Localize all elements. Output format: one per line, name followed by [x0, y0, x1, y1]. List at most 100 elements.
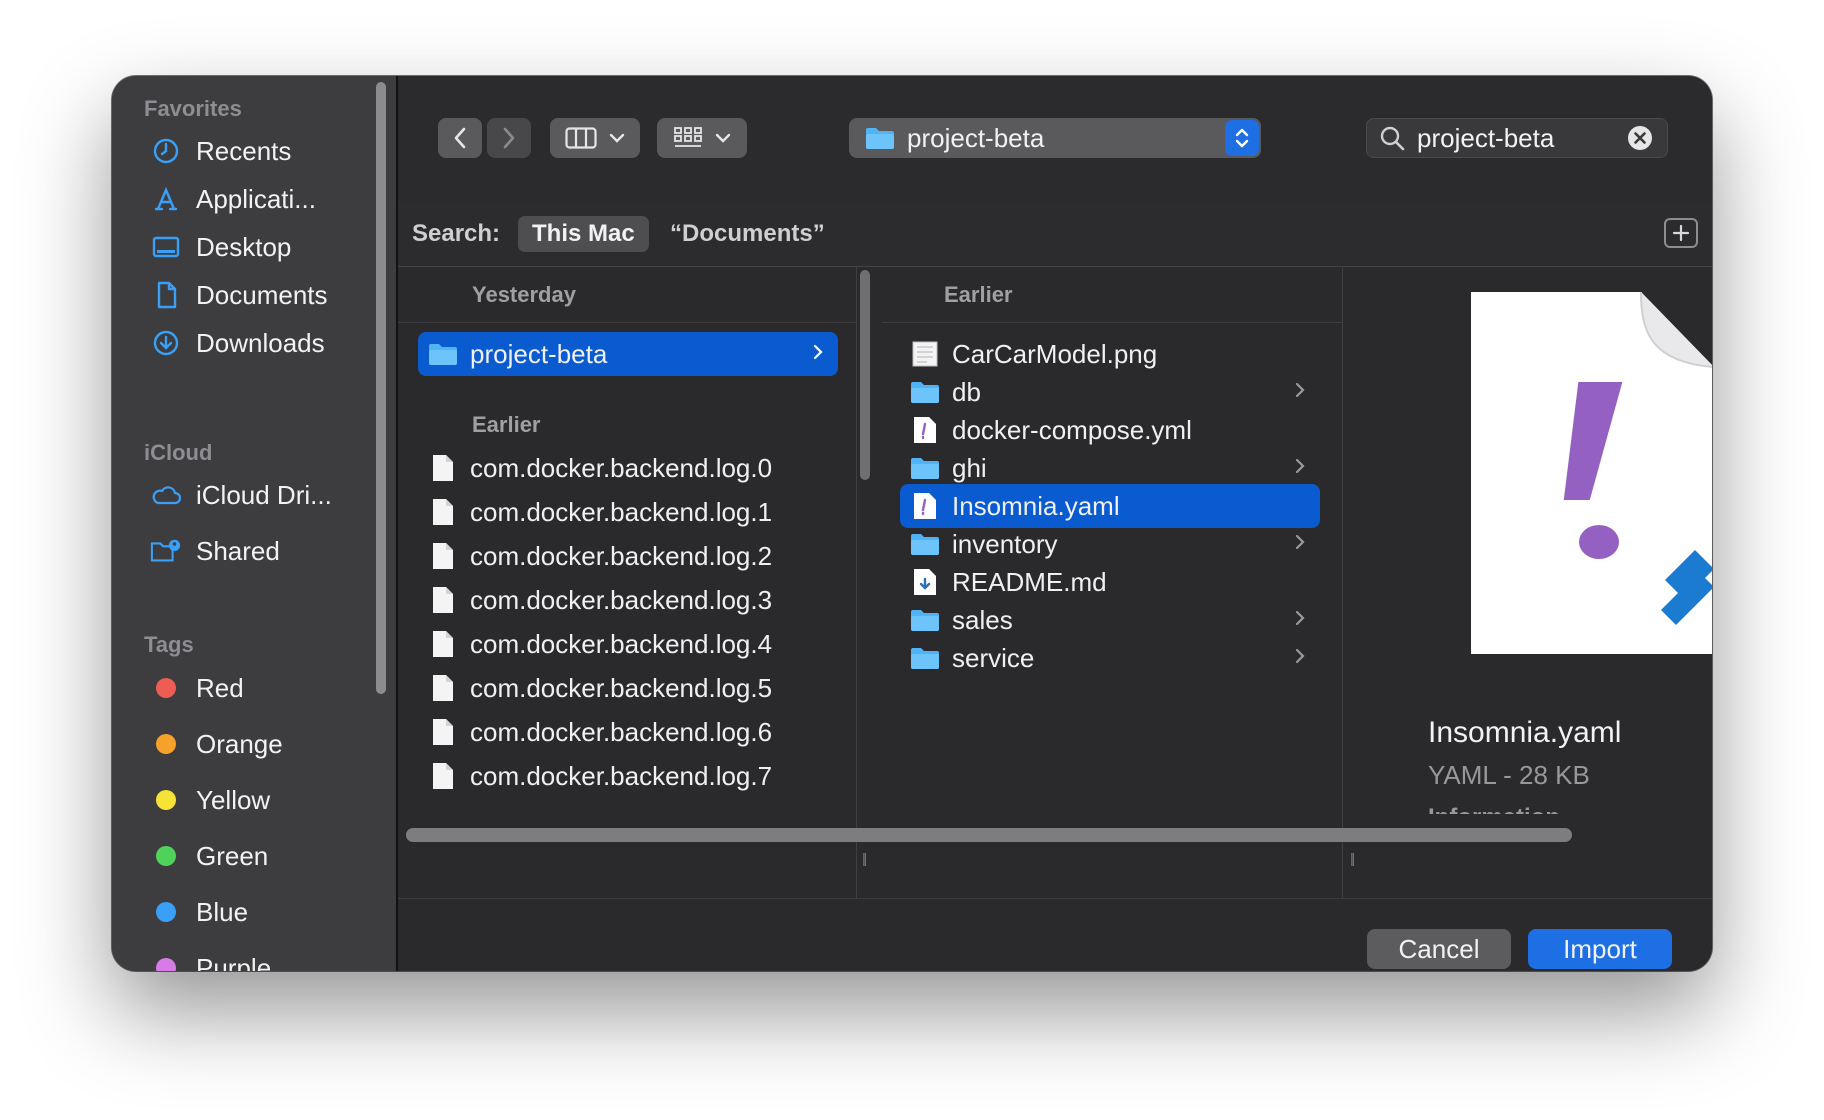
close-circle-icon [1628, 126, 1652, 150]
sidebar-item-desktop[interactable]: Desktop [150, 224, 291, 270]
green-tag-dot-icon [156, 846, 176, 866]
view-mode-button[interactable] [550, 118, 640, 158]
applications-icon [150, 183, 182, 215]
sidebar-scrollbar[interactable] [376, 82, 386, 694]
file-row[interactable]: com.docker.backend.log.4 [428, 622, 772, 666]
file-preview-thumbnail [1471, 291, 1712, 659]
group-header-label: Earlier [944, 282, 1013, 307]
column-scrollbar[interactable] [860, 270, 870, 480]
horizontal-scrollbar[interactable] [406, 828, 1572, 842]
clear-search-button[interactable] [1627, 125, 1653, 151]
file-name: com.docker.backend.log.5 [470, 672, 773, 703]
folder-icon [910, 529, 940, 559]
sidebar-item-documents[interactable]: Documents [150, 272, 328, 318]
chevron-right-icon [1295, 382, 1305, 398]
generic-file-icon [428, 629, 458, 659]
file-row[interactable]: com.docker.backend.log.7 [428, 754, 772, 798]
generic-file-icon [428, 673, 458, 703]
generic-file-icon [428, 585, 458, 615]
shared-folder-icon [150, 535, 182, 567]
forward-button[interactable] [487, 118, 531, 158]
file-row[interactable]: com.docker.backend.log.6 [428, 710, 772, 754]
sidebar-item-label: Red [196, 672, 244, 703]
file-name: com.docker.backend.log.4 [470, 628, 773, 659]
column-resize-handle[interactable]: || [1350, 850, 1355, 866]
image-file-icon [910, 339, 940, 369]
plus-icon [1672, 224, 1690, 242]
yaml-file-icon [910, 415, 940, 445]
file-row[interactable]: com.docker.backend.log.2 [428, 534, 772, 578]
chevron-right-icon [813, 344, 823, 360]
columns-view-icon [565, 127, 597, 149]
import-button[interactable]: Import [1528, 929, 1672, 969]
folder-row[interactable]: service [900, 636, 1320, 680]
scope-this-mac-button[interactable]: This Mac [518, 216, 649, 252]
back-button[interactable] [438, 118, 482, 158]
item-name: service [952, 642, 1035, 673]
yaml-document-icon [1471, 291, 1712, 654]
sidebar-item-recents[interactable]: Recents [150, 128, 291, 174]
column-resize-handle[interactable]: || [862, 850, 867, 866]
sidebar-tag-purple[interactable]: Purple [150, 945, 271, 971]
group-by-button[interactable] [657, 118, 747, 158]
yaml-file-icon [910, 491, 940, 521]
sidebar-item-icloud-drive[interactable]: iCloud Dri... [150, 472, 332, 518]
sidebar-tag-green[interactable]: Green [150, 833, 268, 879]
item-name: ghi [952, 452, 987, 483]
item-name: CarCarModel.png [952, 338, 1158, 369]
chevron-right-icon [1295, 458, 1305, 474]
file-row[interactable]: com.docker.backend.log.3 [428, 578, 772, 622]
group-header-label: Yesterday [472, 282, 576, 307]
red-tag-dot-icon [156, 678, 176, 698]
sidebar-item-shared[interactable]: Shared [150, 528, 280, 574]
folder-icon [910, 453, 940, 483]
add-search-criteria-button[interactable] [1664, 218, 1698, 248]
sidebar-item-label: Documents [196, 279, 328, 310]
sidebar-tag-blue[interactable]: Blue [150, 889, 248, 935]
main-pane: project-beta project-beta Search: This M… [398, 76, 1712, 971]
column-divider [856, 266, 857, 898]
document-icon [150, 279, 182, 311]
file-name: com.docker.backend.log.7 [470, 760, 773, 791]
sidebar: Favorites Recents Applicati... Desktop D… [112, 76, 398, 971]
up-down-chevron-icon [1235, 128, 1249, 148]
generic-file-icon [428, 497, 458, 527]
chevron-right-icon [1295, 610, 1305, 626]
scope-documents-button[interactable]: “Documents” [670, 220, 825, 248]
file-row[interactable]: com.docker.backend.log.1 [428, 490, 772, 534]
group-header-label: Earlier [472, 412, 541, 437]
cancel-button[interactable]: Cancel [1367, 929, 1511, 969]
sidebar-tag-red[interactable]: Red [150, 665, 244, 711]
preview-file-meta: YAML - 28 KB [1428, 760, 1590, 790]
file-row[interactable]: com.docker.backend.log.0 [428, 446, 772, 490]
file-name: com.docker.backend.log.3 [470, 584, 773, 615]
item-name: sales [952, 604, 1013, 635]
search-input[interactable]: project-beta [1417, 123, 1627, 154]
preview-info-heading: Information [1428, 804, 1560, 814]
search-scope-bar: Search: This Mac “Documents” [398, 202, 1712, 267]
markdown-file-icon [910, 567, 940, 597]
item-name: db [952, 376, 981, 407]
path-label: project-beta [907, 122, 1045, 153]
path-stepper[interactable] [1225, 120, 1259, 156]
sidebar-tag-orange[interactable]: Orange [150, 721, 283, 767]
dialog-footer: Cancel Import [398, 898, 1712, 971]
search-field[interactable]: project-beta [1366, 118, 1668, 158]
sidebar-item-applications[interactable]: Applicati... [150, 176, 316, 222]
column-divider [1342, 266, 1343, 898]
group-header: Earlier [398, 396, 856, 452]
sidebar-item-label: Green [196, 840, 269, 871]
chevron-down-icon [609, 133, 625, 143]
chevron-right-icon [503, 127, 515, 149]
sidebar-item-label: Purple [196, 952, 272, 972]
list-item-project-beta[interactable]: project-beta [418, 332, 838, 376]
generic-file-icon [428, 453, 458, 483]
file-row[interactable]: com.docker.backend.log.5 [428, 666, 772, 710]
path-popup[interactable]: project-beta [849, 118, 1261, 158]
results-column: Yesterday project-beta Earlier com.docke… [398, 266, 856, 898]
sidebar-item-label: Shared [196, 535, 280, 566]
sidebar-tag-yellow[interactable]: Yellow [150, 777, 270, 823]
sidebar-item-downloads[interactable]: Downloads [150, 320, 325, 366]
scope-label: Search: [412, 220, 501, 247]
search-icon [1380, 126, 1405, 151]
